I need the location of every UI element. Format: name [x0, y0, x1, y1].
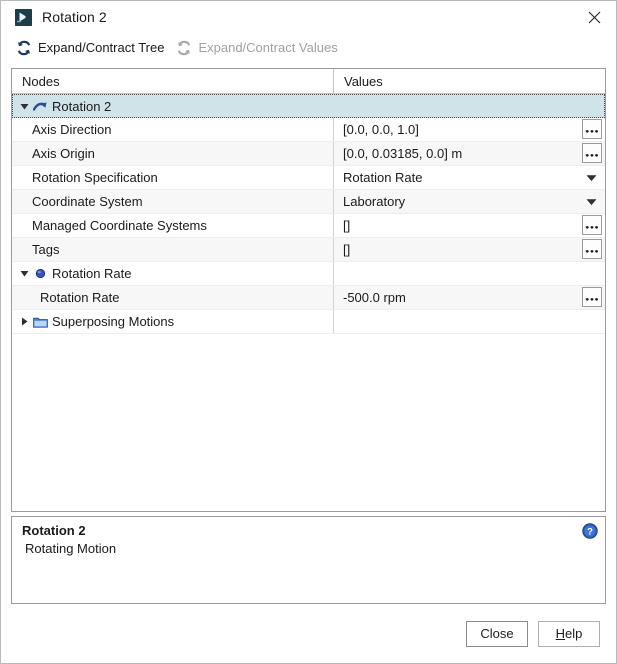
chevron-down-icon[interactable]	[586, 198, 597, 205]
table-row[interactable]: Superposing Motions	[12, 310, 605, 334]
table-body: Rotation 2 Axis Direction [0.0, 0.0, 1.0] ●…	[12, 94, 605, 334]
column-header-nodes[interactable]: Nodes	[12, 69, 334, 93]
ellipsis-icon: ●●●	[584, 153, 600, 159]
node-label: Axis Origin	[32, 146, 95, 161]
help-button-label: elp	[565, 626, 583, 641]
value-text: []	[343, 218, 351, 233]
title-bar: Rotation 2	[1, 1, 616, 33]
description-subtitle: Rotating Motion	[25, 541, 117, 556]
value-text: Rotation Rate	[343, 170, 423, 185]
node-label: Rotation Specification	[32, 170, 158, 185]
help-circle-icon[interactable]: ?	[582, 523, 598, 539]
ellipsis-button[interactable]: ●●●	[582, 287, 602, 307]
folder-icon	[32, 314, 48, 330]
node-label: Managed Coordinate Systems	[32, 218, 207, 233]
chevron-down-icon[interactable]	[16, 94, 32, 118]
value-cell[interactable]: [0.0, 0.0, 1.0] ●●●	[334, 118, 605, 141]
node-cell: Rotation Rate	[12, 262, 334, 285]
table-row[interactable]: Coordinate System Laboratory	[12, 190, 605, 214]
value-cell[interactable]	[334, 94, 605, 118]
node-label: Superposing Motions	[52, 314, 175, 329]
properties-table: Nodes Values Rotation 2 Axis Direction [0.…	[11, 68, 606, 512]
svg-text:?: ?	[587, 527, 593, 538]
ellipsis-button[interactable]: ●●●	[582, 143, 602, 163]
table-row[interactable]: Managed Coordinate Systems [] ●●●	[12, 214, 605, 238]
value-cell[interactable]: [] ●●●	[334, 238, 605, 261]
description-panel: Rotation 2 Rotating Motion ?	[11, 516, 606, 604]
value-text: [0.0, 0.03185, 0.0] m	[343, 146, 463, 161]
expand-contract-tree-button[interactable]: Expand/Contract Tree	[16, 37, 164, 59]
node-label: Coordinate System	[32, 194, 143, 209]
chevron-right-icon[interactable]	[16, 310, 32, 334]
table-row[interactable]: Tags [] ●●●	[12, 238, 605, 262]
table-row[interactable]: Rotation 2	[12, 94, 605, 118]
node-label: Tags	[32, 242, 60, 257]
node-cell: Axis Origin	[12, 142, 334, 165]
ellipsis-icon: ●●●	[584, 249, 600, 255]
column-header-values[interactable]: Values	[334, 69, 605, 93]
node-label: Rotation Rate	[40, 290, 120, 305]
close-button[interactable]: Close	[466, 620, 528, 647]
toolbar: Expand/Contract Tree Expand/Contract Val…	[1, 33, 616, 63]
close-button-label: Close	[480, 626, 514, 641]
value-cell[interactable]: [0.0, 0.03185, 0.0] m ●●●	[334, 142, 605, 165]
table-header: Nodes Values	[12, 69, 605, 94]
value-text: [0.0, 0.0, 1.0]	[343, 122, 419, 137]
node-cell: Axis Direction	[12, 118, 334, 141]
table-row[interactable]: Rotation Specification Rotation Rate	[12, 166, 605, 190]
value-cell[interactable]	[334, 262, 605, 285]
node-cell: Managed Coordinate Systems	[12, 214, 334, 237]
expand-contract-values-label: Expand/Contract Values	[198, 40, 338, 55]
chevron-down-icon[interactable]	[16, 262, 32, 286]
rotation-properties-dialog: Rotation 2 Expand/Contract Tree Expand/C…	[0, 0, 617, 664]
expand-contract-tree-label: Expand/Contract Tree	[38, 40, 165, 55]
node-cell: Rotation Specification	[12, 166, 334, 189]
sphere-icon	[32, 266, 48, 282]
table-row[interactable]: Rotation Rate	[12, 262, 605, 286]
node-cell: Rotation Rate	[12, 286, 334, 309]
node-cell: Coordinate System	[12, 190, 334, 213]
dialog-footer: Close Help	[1, 604, 616, 663]
value-cell[interactable]	[334, 310, 605, 333]
node-label: Rotation Rate	[52, 266, 132, 281]
value-cell[interactable]: Laboratory	[334, 190, 605, 213]
refresh-icon	[16, 40, 32, 56]
ellipsis-icon: ●●●	[584, 129, 600, 135]
table-row[interactable]: Rotation Rate -500.0 rpm ●●●	[12, 286, 605, 310]
close-icon[interactable]	[572, 1, 616, 33]
value-text: Laboratory	[343, 194, 406, 209]
ellipsis-button[interactable]: ●●●	[582, 119, 602, 139]
expand-contract-values-button[interactable]: Expand/Contract Values	[176, 37, 338, 59]
ellipsis-button[interactable]: ●●●	[582, 215, 602, 235]
table-row[interactable]: Axis Direction [0.0, 0.0, 1.0] ●●●	[12, 118, 605, 142]
value-text: []	[343, 242, 351, 257]
value-cell[interactable]: -500.0 rpm ●●●	[334, 286, 605, 309]
node-cell: Rotation 2	[12, 94, 334, 118]
ellipsis-icon: ●●●	[584, 297, 600, 303]
value-cell[interactable]: Rotation Rate	[334, 166, 605, 189]
refresh-icon	[176, 40, 192, 56]
node-cell: Tags	[12, 238, 334, 261]
node-cell: Superposing Motions	[12, 310, 334, 333]
window-title: Rotation 2	[42, 9, 107, 25]
description-title: Rotation 2	[22, 523, 86, 538]
rotation-arrow-icon	[32, 98, 48, 114]
node-label: Rotation 2	[52, 98, 112, 114]
value-cell[interactable]: [] ●●●	[334, 214, 605, 237]
ellipsis-icon: ●●●	[584, 225, 600, 231]
rotation-app-icon	[15, 8, 32, 26]
help-button[interactable]: Help	[538, 620, 600, 647]
help-button-mnemonic: H	[555, 626, 566, 641]
chevron-down-icon[interactable]	[586, 174, 597, 181]
ellipsis-button[interactable]: ●●●	[582, 239, 602, 259]
table-row[interactable]: Axis Origin [0.0, 0.03185, 0.0] m ●●●	[12, 142, 605, 166]
value-text: -500.0 rpm	[343, 290, 406, 305]
node-label: Axis Direction	[32, 122, 112, 137]
